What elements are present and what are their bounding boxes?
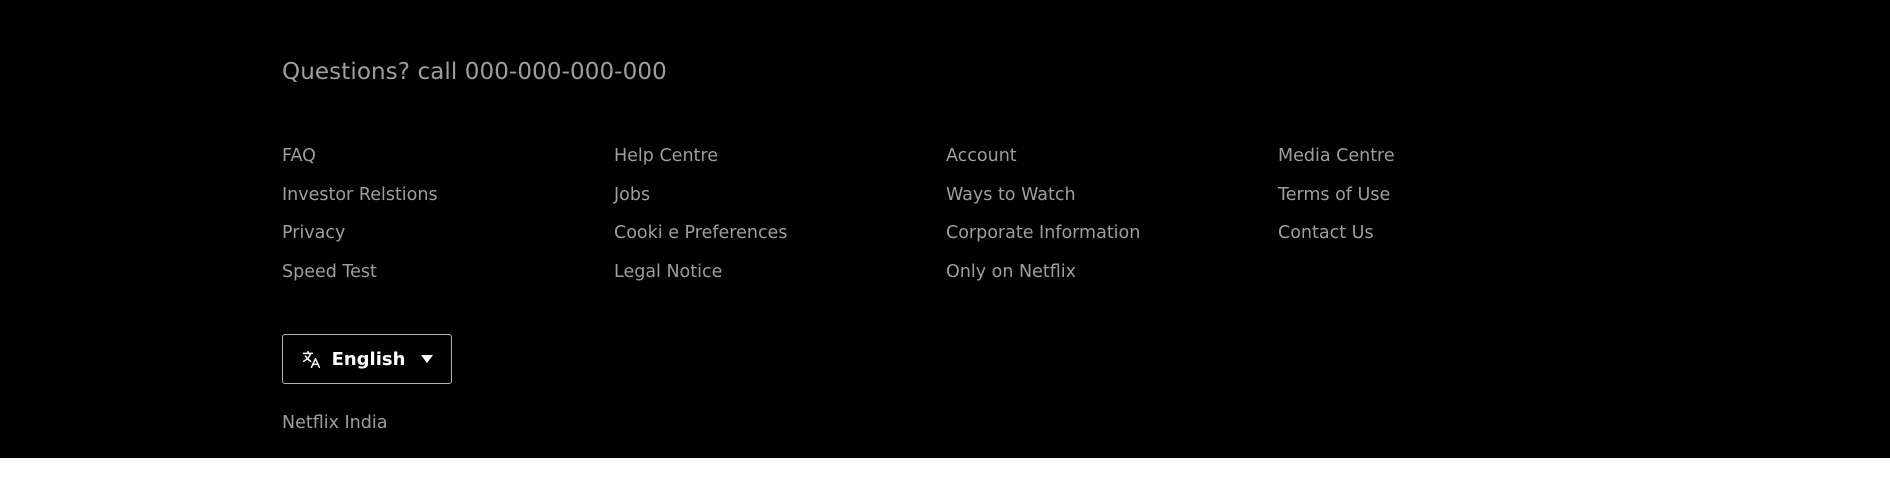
footer-link-cookie-preferences[interactable]: Cooki e Preferences xyxy=(614,220,946,259)
footer-link-only-on-netflix[interactable]: Only on Netflix xyxy=(946,259,1278,298)
footer-link-speed-test[interactable]: Speed Test xyxy=(282,259,614,298)
footer-links: FAQ Help Centre Account Media Centre Inv… xyxy=(282,143,1608,298)
footer-link-legal-notice[interactable]: Legal Notice xyxy=(614,259,946,298)
footer-link-account[interactable]: Account xyxy=(946,143,1278,182)
footer-link-ways-to-watch[interactable]: Ways to Watch xyxy=(946,182,1278,221)
footer-link-faq[interactable]: FAQ xyxy=(282,143,614,182)
questions-phone-link[interactable]: Questions? call 000-000-000-000 xyxy=(282,59,667,85)
footer-link-media-centre[interactable]: Media Centre xyxy=(1278,143,1610,182)
footer-link-terms-of-use[interactable]: Terms of Use xyxy=(1278,182,1610,221)
site-footer: Questions? call 000-000-000-000 FAQ Help… xyxy=(0,0,1890,458)
footer-link-help-centre[interactable]: Help Centre xyxy=(614,143,946,182)
footer-link-investor-relations[interactable]: Investor Relstions xyxy=(282,182,614,221)
language-selector-button[interactable]: English xyxy=(282,334,452,384)
footer-link-jobs[interactable]: Jobs xyxy=(614,182,946,221)
footer-link-privacy[interactable]: Privacy xyxy=(282,220,614,259)
region-label: Netflix India xyxy=(282,413,388,433)
caret-down-icon xyxy=(421,355,434,363)
language-selected-label: English xyxy=(331,348,406,370)
translate-icon xyxy=(301,349,322,370)
footer-link-contact-us[interactable]: Contact Us xyxy=(1278,220,1610,259)
footer-link-corporate-information[interactable]: Corporate Information xyxy=(946,220,1278,259)
